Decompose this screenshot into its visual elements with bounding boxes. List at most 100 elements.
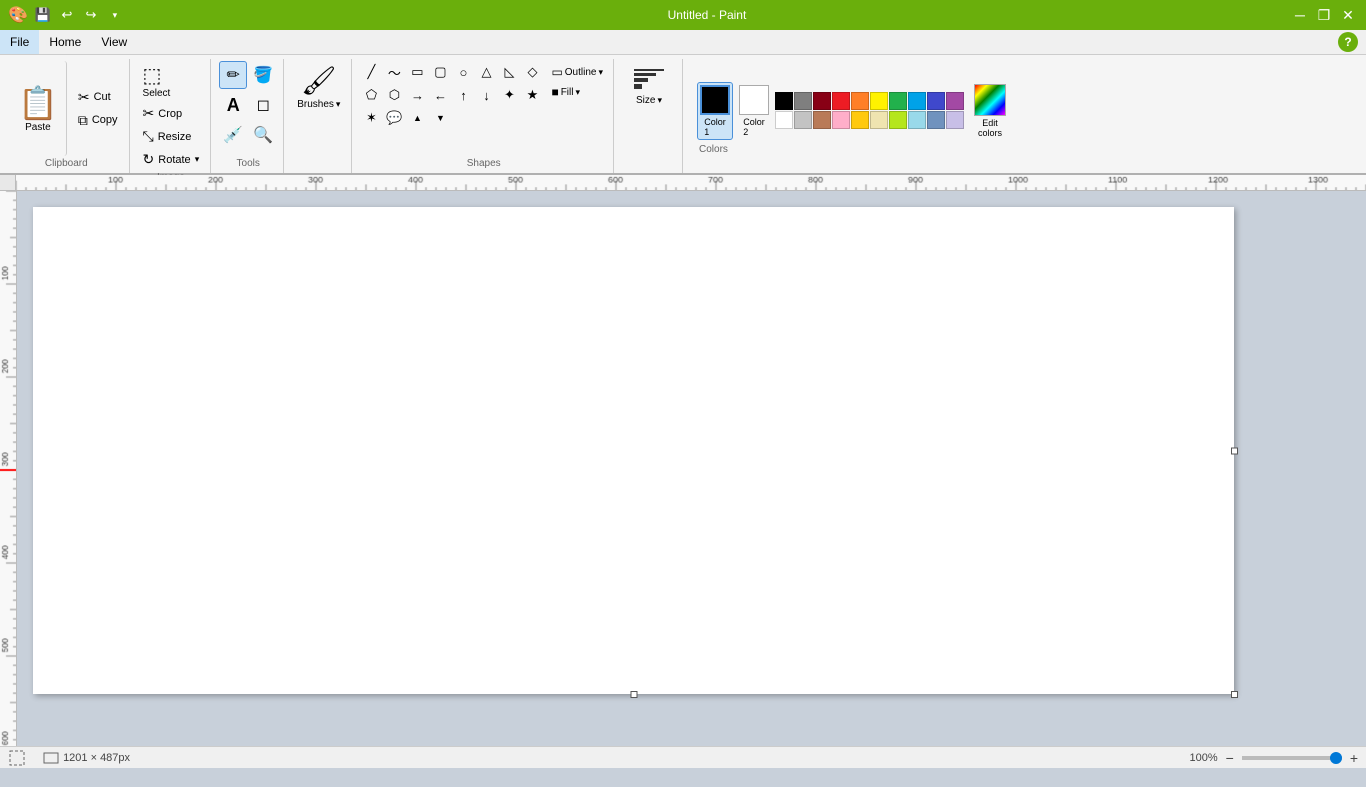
tools-content: ✏ 🪣 A ◻ 💉 🔍 — [219, 61, 277, 156]
size-button[interactable]: Size ▾ — [622, 61, 676, 110]
shape-rect[interactable]: ▭ — [406, 61, 428, 83]
maximize-button[interactable]: ❐ — [1314, 5, 1334, 25]
file-menu[interactable]: File — [0, 30, 39, 54]
shape-arrow-u[interactable]: ↑ — [452, 84, 474, 106]
swatch-cornblue[interactable] — [927, 111, 945, 129]
zoom-minus-button[interactable]: − — [1226, 750, 1234, 766]
brushes-button[interactable]: 🖌 Brushes ▾ — [292, 61, 345, 113]
swatch-gray[interactable] — [794, 92, 812, 110]
text-tool[interactable]: A — [219, 91, 247, 119]
resize-handle-corner[interactable] — [1231, 691, 1238, 698]
shape-right-triangle[interactable]: ◺ — [498, 61, 520, 83]
crop-icon: ✂ — [143, 105, 155, 122]
swatch-darkred[interactable] — [813, 92, 831, 110]
window-controls: ─ ❐ ✕ — [1290, 5, 1358, 25]
color1-button[interactable]: Color1 — [697, 82, 733, 140]
shape-ellipse[interactable]: ○ — [452, 61, 474, 83]
undo-button[interactable]: ↩ — [58, 6, 76, 24]
size-group: Size ▾ — [616, 59, 683, 173]
shape-hexagon[interactable]: ⬡ — [383, 84, 405, 106]
shapes-expand-down[interactable]: ▼ — [429, 107, 451, 129]
eyedropper-tool[interactable]: 💉 — [219, 121, 247, 149]
select-button[interactable]: ⬚ Select — [138, 61, 205, 101]
shape-line[interactable]: ╱ — [360, 61, 382, 83]
qa-dropdown[interactable]: ▾ — [106, 6, 124, 24]
save-button[interactable]: 💾 — [34, 6, 52, 24]
shape-pentagon[interactable]: ⬠ — [360, 84, 382, 106]
shape-curve[interactable]: 〜 — [383, 61, 405, 83]
redo-button[interactable]: ↪ — [82, 6, 100, 24]
edit-colors-button[interactable]: Editcolors — [968, 80, 1012, 142]
swatch-lime[interactable] — [889, 111, 907, 129]
swatch-skyblue[interactable] — [908, 111, 926, 129]
paste-button[interactable]: 📋 Paste — [10, 61, 67, 156]
fill-tool[interactable]: 🪣 — [249, 61, 277, 89]
resize-handle-bottom[interactable] — [630, 691, 637, 698]
color-palette — [775, 92, 964, 129]
color2-button[interactable]: Color2 — [737, 83, 771, 139]
resize-button[interactable]: ⤡ Resize — [138, 126, 205, 147]
zoom-thumb[interactable] — [1330, 752, 1342, 764]
view-menu[interactable]: View — [91, 30, 137, 54]
swatch-red[interactable] — [832, 92, 850, 110]
size-content: Size ▾ — [622, 61, 676, 167]
outline-button[interactable]: ▭ Outline ▾ — [547, 63, 607, 81]
shapes-expand-up[interactable]: ▲ — [406, 107, 428, 129]
fill-icon: ■ — [551, 85, 558, 99]
swatch-gold[interactable] — [851, 111, 869, 129]
image-content: ⬚ Select ✂ Crop ⤡ Resize ↻ Rotate — [138, 61, 205, 170]
size-label: Size — [636, 95, 655, 106]
brushes-group: 🖌 Brushes ▾ — [286, 59, 352, 173]
copy-button[interactable]: ⧉ Copy — [73, 110, 123, 131]
ruler-corner — [0, 175, 16, 191]
palette-row2 — [775, 111, 964, 129]
swatch-yellow[interactable] — [870, 92, 888, 110]
canvas-area[interactable] — [17, 191, 1366, 787]
shape-diamond[interactable]: ◇ — [521, 61, 543, 83]
zoom-percent: 100% — [1189, 752, 1217, 764]
swatch-lavender[interactable] — [946, 111, 964, 129]
horizontal-ruler — [0, 175, 1366, 191]
swatch-black[interactable] — [775, 92, 793, 110]
selection-icon — [8, 749, 26, 767]
swatch-brown[interactable] — [813, 111, 831, 129]
zoom-plus-button[interactable]: + — [1350, 750, 1358, 766]
main-content — [0, 191, 1366, 749]
shape-star5[interactable]: ★ — [521, 84, 543, 106]
shape-callout[interactable]: 💬 — [383, 107, 405, 129]
shape-star4[interactable]: ✦ — [498, 84, 520, 106]
swatch-silver[interactable] — [794, 111, 812, 129]
help-button[interactable]: ? — [1338, 32, 1358, 52]
swatch-purple[interactable] — [946, 92, 964, 110]
shape-arrow-l[interactable]: ← — [429, 84, 451, 106]
clipboard-content: 📋 Paste ✂ Cut ⧉ Copy — [10, 61, 123, 156]
close-button[interactable]: ✕ — [1338, 5, 1358, 25]
zoom-slider[interactable] — [1242, 756, 1342, 760]
swatch-blue[interactable] — [908, 92, 926, 110]
shape-triangle[interactable]: △ — [475, 61, 497, 83]
drawing-canvas[interactable] — [33, 207, 1234, 694]
swatch-orange[interactable] — [851, 92, 869, 110]
eraser-tool[interactable]: ◻ — [249, 91, 277, 119]
canvas-dimensions: 1201 × 487px — [42, 749, 130, 767]
swatch-cream[interactable] — [870, 111, 888, 129]
color1-swatch — [700, 85, 730, 115]
home-menu[interactable]: Home — [39, 30, 91, 54]
swatch-pink[interactable] — [832, 111, 850, 129]
shape-arrow-r[interactable]: → — [406, 84, 428, 106]
select-icon: ⬚ — [143, 63, 162, 88]
resize-handle-right[interactable] — [1231, 447, 1238, 454]
shape-roundrect[interactable]: ▢ — [429, 61, 451, 83]
minimize-button[interactable]: ─ — [1290, 5, 1310, 25]
swatch-navy[interactable] — [927, 92, 945, 110]
shape-star6[interactable]: ✶ — [360, 107, 382, 129]
crop-button[interactable]: ✂ Crop — [138, 103, 205, 124]
magnifier-tool[interactable]: 🔍 — [249, 121, 277, 149]
pencil-tool[interactable]: ✏ — [219, 61, 247, 89]
fill-button[interactable]: ■ Fill ▾ — [547, 83, 607, 101]
cut-button[interactable]: ✂ Cut — [73, 87, 123, 108]
swatch-green[interactable] — [889, 92, 907, 110]
rotate-button[interactable]: ↻ Rotate ▾ — [138, 149, 205, 170]
shape-arrow-d[interactable]: ↓ — [475, 84, 497, 106]
swatch-white[interactable] — [775, 111, 793, 129]
